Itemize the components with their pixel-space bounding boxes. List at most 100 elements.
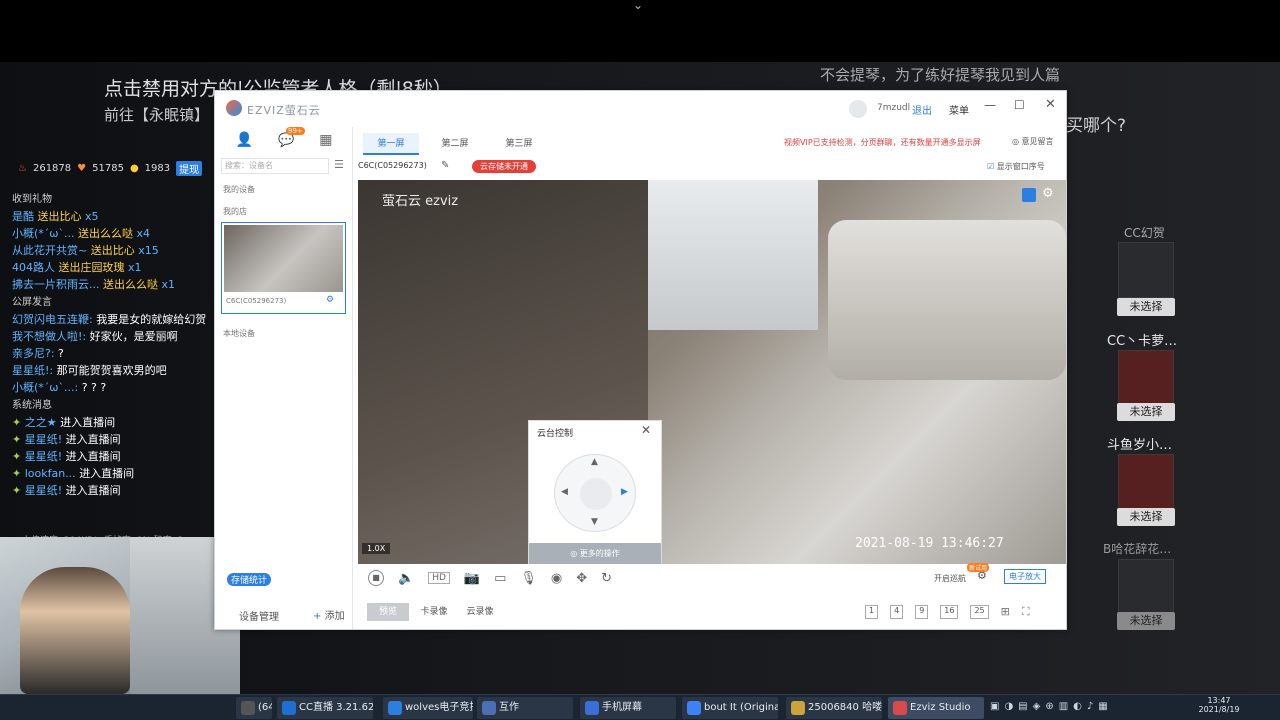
- lottery-avatar: [1118, 242, 1174, 298]
- overlay-subtitle: 前往【永眠镇】: [104, 106, 210, 124]
- system-user: 星星纸!: [24, 433, 63, 446]
- close-icon[interactable]: ✕: [1045, 97, 1056, 112]
- camera-label: C6C(C05296273): [358, 161, 427, 170]
- taskbar-item[interactable]: 25006840 哈喽...: [786, 697, 882, 719]
- settings-icon[interactable]: ⚙: [1042, 186, 1054, 201]
- taskbar-item[interactable]: (64-...: [236, 697, 272, 719]
- gift-text: 送出比心: [90, 244, 135, 257]
- search-input[interactable]: 搜索：设备名: [221, 158, 329, 174]
- sidebar-toolbar: 👤 💬 99+ ▦: [215, 126, 353, 153]
- custom-layout-icon[interactable]: ⊞: [1001, 605, 1010, 619]
- lottery-button[interactable]: 未选择: [1117, 508, 1175, 526]
- gift-count: x5: [85, 210, 99, 223]
- list-item: ✦ 星星纸! 进入直播间: [0, 482, 214, 499]
- layout-4-button[interactable]: 4: [890, 605, 904, 619]
- volume-icon[interactable]: 🔈: [398, 571, 414, 586]
- bottom-tab[interactable]: 云录像: [459, 603, 501, 621]
- feedback-icon: ◎: [1012, 137, 1019, 146]
- device-manage-link[interactable]: 设备管理: [239, 608, 279, 623]
- quality-icon[interactable]: HD: [428, 572, 450, 584]
- chat-icon[interactable]: 💬 99+: [278, 126, 305, 148]
- system-text: 进入直播间: [60, 416, 116, 429]
- ptz-joystick[interactable]: ▲ ▼ ◀ ▶: [554, 454, 636, 532]
- camera-icon[interactable]: 📷: [464, 571, 480, 586]
- device-card[interactable]: C6C(C05296273) ⚙: [221, 222, 346, 314]
- my-devices-label[interactable]: 我的设备: [223, 184, 255, 195]
- taskbar-label: bout It (Original...: [704, 702, 778, 713]
- storage-badge[interactable]: 存储统计: [227, 573, 272, 586]
- taskbar-label: Ezviz Studio: [910, 702, 971, 713]
- device-settings-icon[interactable]: ⚙: [326, 295, 334, 305]
- avatar[interactable]: [849, 100, 867, 118]
- eye-icon[interactable]: ◉: [551, 571, 562, 586]
- show-window-no[interactable]: ☑ 显示窗口序号: [987, 161, 1045, 172]
- gift-text: 送出比心: [37, 210, 82, 223]
- tab-screen-2[interactable]: 第二屏: [427, 133, 483, 155]
- heat-count: 261878: [32, 163, 72, 174]
- taskbar-item[interactable]: Ezviz Studio: [888, 697, 984, 719]
- tab-screen-1[interactable]: 第一屏: [363, 133, 419, 155]
- ptz-down-icon[interactable]: ▼: [591, 517, 598, 527]
- ptz-left-icon[interactable]: ◀: [561, 487, 568, 497]
- ptz-right-icon[interactable]: ▶: [621, 487, 628, 497]
- layout-25-button[interactable]: 25: [970, 605, 989, 619]
- gift-count: x1: [128, 261, 142, 274]
- title-bar: EZVIZ萤石云 7mzudl 退出 菜单 — ☐ ✕: [215, 91, 1066, 127]
- menu-button[interactable]: 菜单: [949, 102, 969, 117]
- feedback-link[interactable]: ◎ 意见留言: [1012, 136, 1054, 147]
- tab-screen-3[interactable]: 第三屏: [491, 133, 547, 155]
- stream-top-bar: ⌄: [0, 0, 1280, 62]
- layout-1-button[interactable]: 1: [865, 605, 879, 619]
- digital-zoom-button[interactable]: 电子放大: [1004, 569, 1046, 584]
- microphone-icon[interactable]: 🎙: [520, 571, 537, 586]
- logout-link[interactable]: 退出: [912, 102, 932, 117]
- bottom-tab[interactable]: 预览: [367, 603, 409, 621]
- stop-icon[interactable]: ■: [368, 570, 384, 586]
- record-icon[interactable]: ▭: [494, 571, 506, 586]
- taskbar-label: (64-...: [258, 702, 272, 713]
- add-device-button[interactable]: + 添加: [313, 607, 345, 622]
- taskbar-item[interactable]: CC直播 3.21.62: [277, 697, 373, 719]
- ptz-up-icon[interactable]: ▲: [591, 457, 598, 467]
- edit-icon[interactable]: ✎: [441, 160, 449, 171]
- taskbar-item[interactable]: 手机屏幕: [580, 697, 676, 719]
- taskbar-item[interactable]: bout It (Original...: [682, 697, 778, 719]
- cloud-status-badge[interactable]: 云存储未开通: [472, 160, 536, 173]
- taskbar-item[interactable]: 互作: [477, 697, 573, 719]
- ptz-icon[interactable]: ✥: [576, 571, 587, 586]
- info-icon[interactable]: [1022, 188, 1036, 202]
- system-text: 进入直播间: [65, 450, 121, 463]
- lottery-button[interactable]: 未选择: [1117, 403, 1175, 421]
- local-devices-label[interactable]: 本地设备: [223, 328, 255, 339]
- user-icon[interactable]: 👤: [236, 132, 253, 148]
- layout-9-button[interactable]: 9: [915, 605, 929, 619]
- refresh-icon[interactable]: ↻: [601, 571, 612, 586]
- lottery-button[interactable]: 未选择: [1117, 612, 1175, 630]
- bottom-tab[interactable]: 卡录像: [413, 603, 455, 621]
- ptz-center[interactable]: [580, 478, 612, 510]
- layout-16-button[interactable]: 16: [940, 605, 959, 619]
- grid-icon[interactable]: ▦: [319, 132, 332, 148]
- ptz-more-button[interactable]: ◎ 更多的操作: [529, 543, 661, 564]
- my-store-label[interactable]: 我的店: [223, 206, 247, 217]
- chevron-down-icon[interactable]: ⌄: [633, 0, 643, 12]
- list-icon[interactable]: ☰: [334, 158, 344, 171]
- taskbar-item[interactable]: wolves电子竞技...: [383, 697, 473, 719]
- ptz-close-icon[interactable]: ✕: [641, 423, 651, 437]
- device-id: C6C(C05296273): [226, 297, 287, 305]
- withdraw-badge[interactable]: 提现: [176, 161, 203, 176]
- checkbox-icon[interactable]: ☑: [987, 162, 994, 171]
- clock[interactable]: 13:47 2021/8/19: [1196, 696, 1242, 714]
- ptz-title: 云台控制: [537, 429, 574, 439]
- list-item: ✦ 星星纸! 进入直播间: [0, 448, 214, 465]
- cruise-toggle[interactable]: 开启巡航: [934, 573, 966, 584]
- chat-sender: 星星纸!:: [12, 364, 54, 377]
- maximize-icon[interactable]: ☐: [1014, 98, 1025, 112]
- live-video[interactable]: 萤石云 ezviz ⚙ 1.0X 2021-08-19 13:46:27 云台控…: [358, 180, 1066, 564]
- minimize-icon[interactable]: —: [984, 98, 996, 112]
- lottery-button[interactable]: 未选择: [1117, 298, 1175, 316]
- tray-icons[interactable]: ▣◑▤◈⊕▥◐♪▦: [990, 701, 1113, 712]
- fullscreen-icon[interactable]: ⛶: [1022, 605, 1030, 619]
- promo-text[interactable]: 视频VIP已支持检测，分页群聊，还有数量开通多显示屏: [784, 137, 981, 148]
- system-user: 之之★: [24, 416, 57, 429]
